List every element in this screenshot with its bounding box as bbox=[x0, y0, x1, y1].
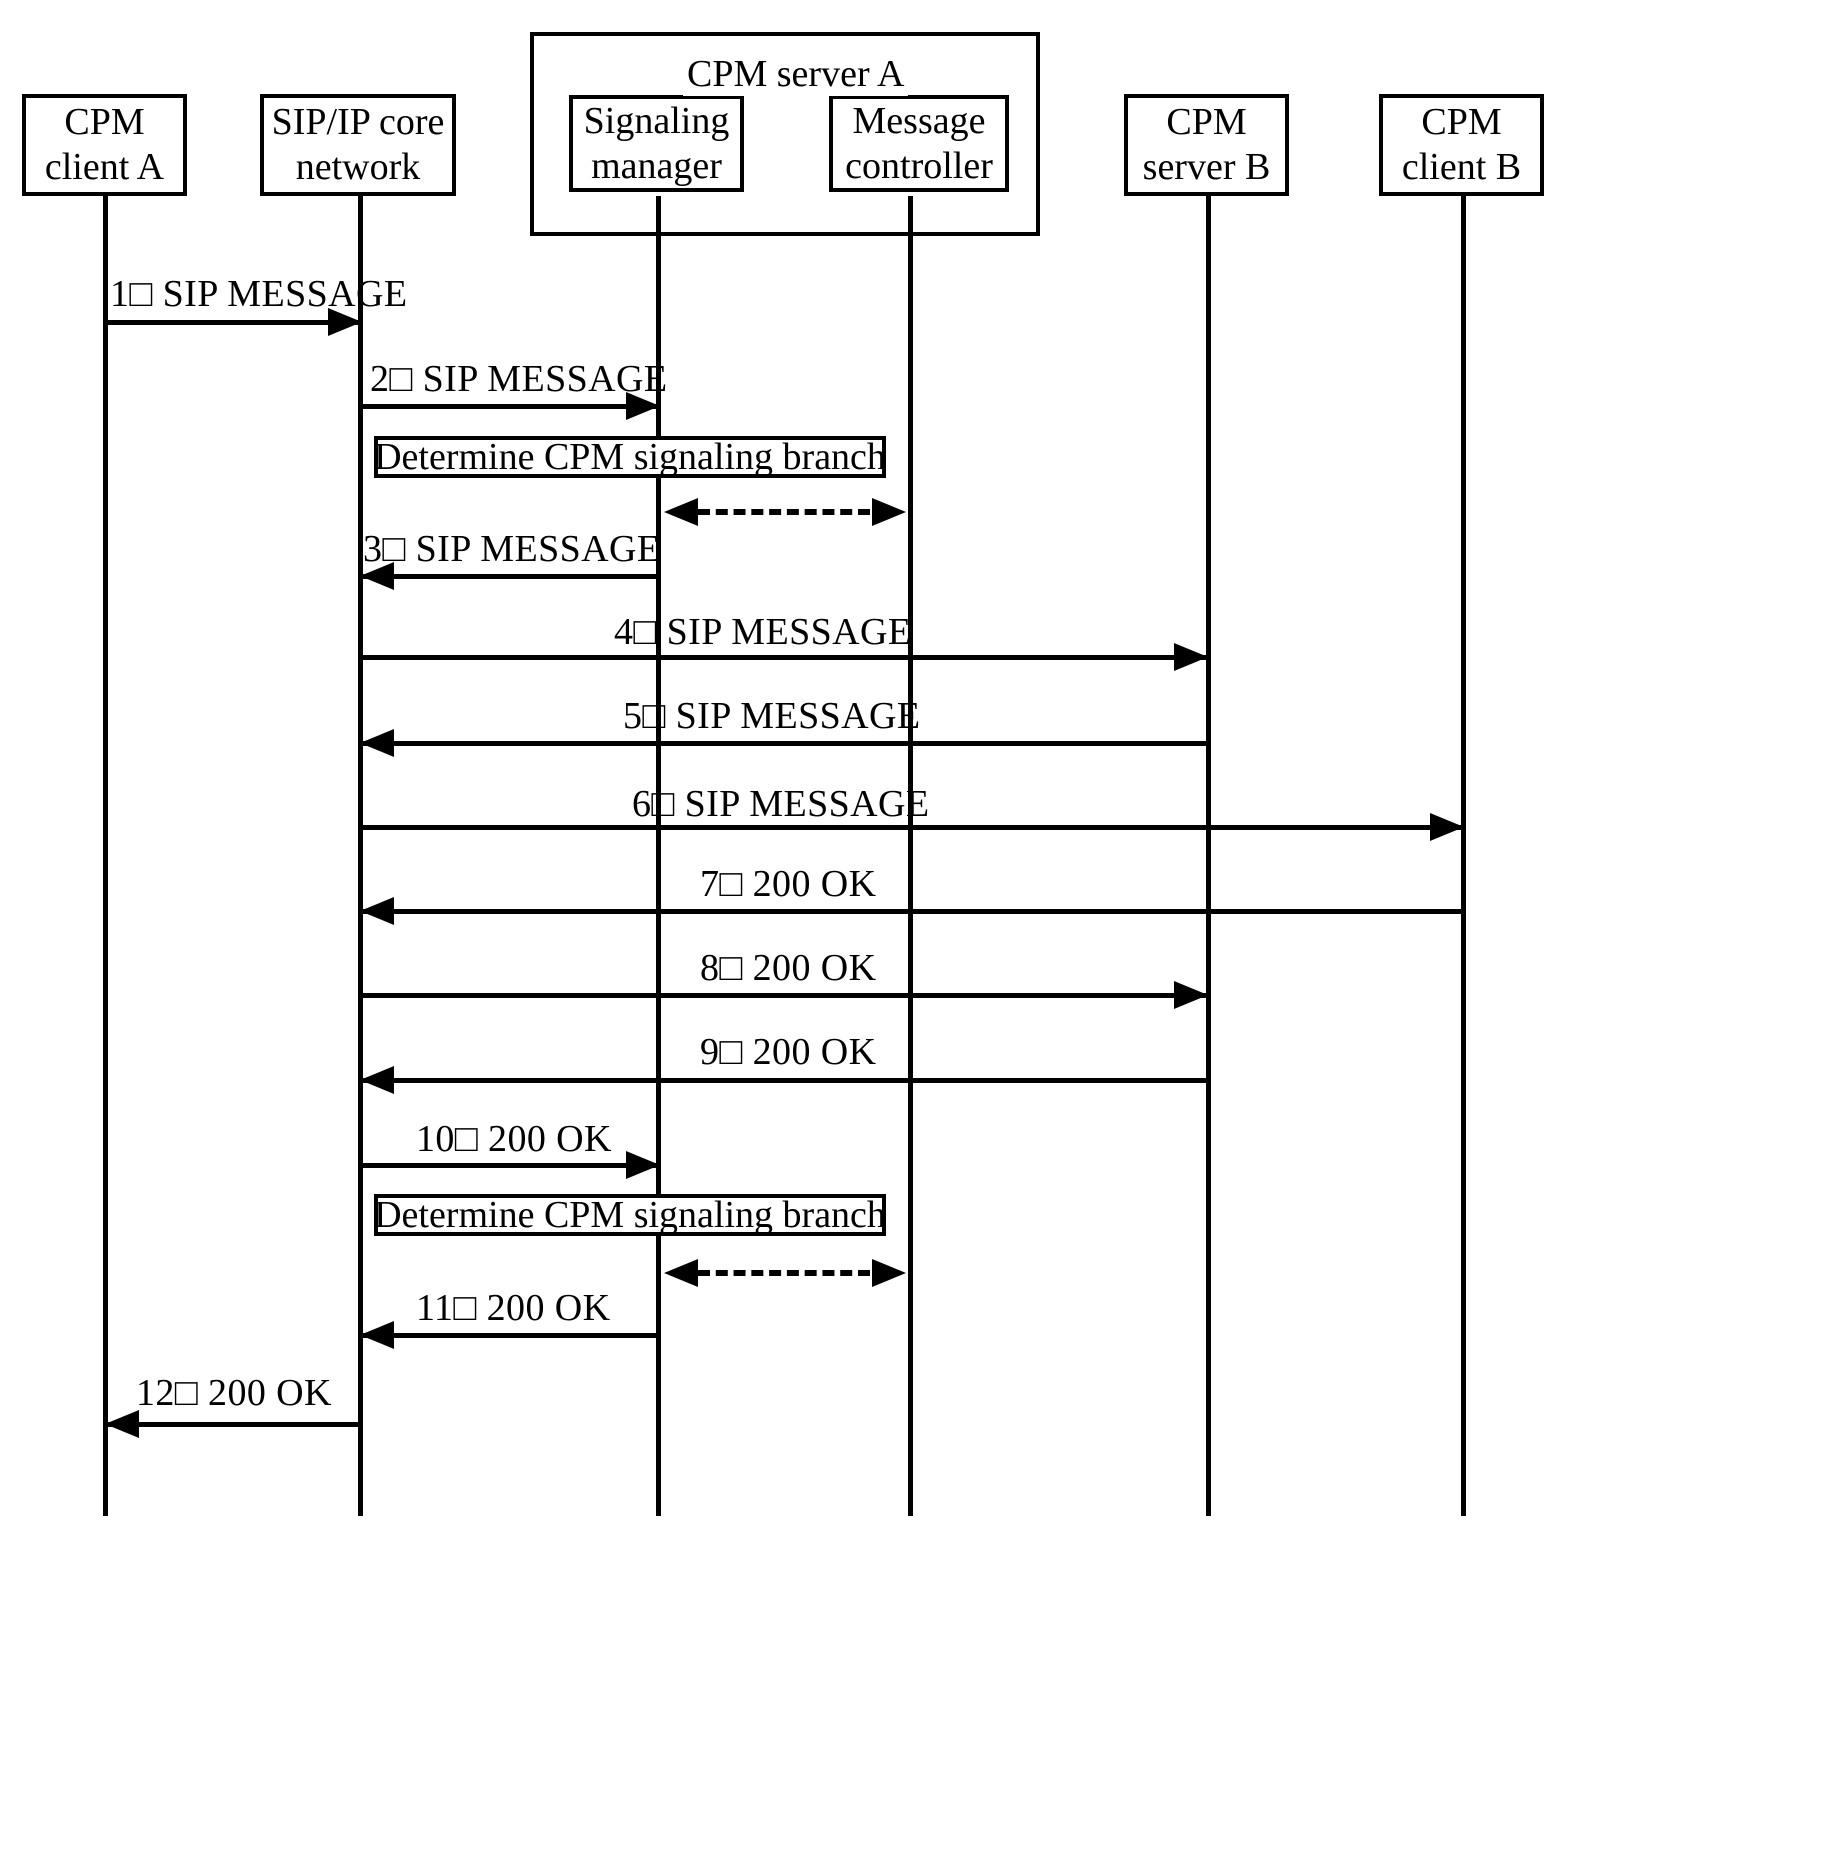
message-11-line bbox=[360, 1333, 660, 1338]
message-1-line bbox=[105, 320, 361, 325]
message-8-arrowhead bbox=[1174, 981, 1208, 1009]
message-2-line bbox=[360, 404, 660, 409]
group-cpm-server-a-title: CPM server A bbox=[683, 52, 909, 96]
participant-cpm-client-a-line2: client A bbox=[44, 146, 165, 188]
note-determine-branch-1: Determine CPM signaling branch bbox=[374, 436, 886, 478]
internal-dashed-1-line bbox=[698, 509, 870, 515]
sequence-diagram-canvas: CPM server A CPM client A SIP/IP core ne… bbox=[0, 0, 1827, 1867]
participant-message-controller-line2: controller bbox=[845, 144, 993, 187]
participant-cpm-client-a[interactable]: CPM client A bbox=[22, 94, 187, 196]
message-7-arrowhead bbox=[360, 897, 394, 925]
participant-cpm-client-b[interactable]: CPM client B bbox=[1379, 94, 1544, 196]
lifeline-cpm-client-a bbox=[103, 196, 108, 1516]
participant-signaling-manager[interactable]: Signaling manager bbox=[569, 95, 744, 192]
message-8-line bbox=[360, 993, 1210, 998]
participant-sip-ip-core-network[interactable]: SIP/IP core network bbox=[260, 94, 456, 196]
lifeline-message-controller bbox=[908, 196, 913, 1516]
message-7-label: 7□ 200 OK bbox=[700, 863, 877, 905]
message-8-label: 8□ 200 OK bbox=[700, 947, 877, 989]
message-6-label: 6□ SIP MESSAGE bbox=[632, 783, 930, 825]
message-12-arrowhead bbox=[105, 1410, 139, 1438]
message-11-label: 11□ 200 OK bbox=[416, 1287, 611, 1329]
lifeline-cpm-client-b bbox=[1461, 196, 1466, 1516]
participant-cpm-server-b-line1: CPM bbox=[1166, 101, 1247, 144]
message-11-arrowhead bbox=[360, 1321, 394, 1349]
message-4-line bbox=[360, 655, 1210, 660]
participant-sip-ip-core-network-line1: SIP/IP core bbox=[271, 101, 445, 144]
participant-signaling-manager-line2: manager bbox=[591, 144, 722, 187]
message-10-line bbox=[360, 1163, 660, 1168]
message-9-arrowhead bbox=[360, 1066, 394, 1094]
message-10-arrowhead bbox=[626, 1151, 660, 1179]
message-4-arrowhead bbox=[1174, 643, 1208, 671]
message-12-line bbox=[105, 1422, 361, 1427]
message-9-line bbox=[360, 1078, 1210, 1083]
message-5-arrowhead bbox=[360, 729, 394, 757]
participant-cpm-client-b-line1: CPM bbox=[1421, 101, 1502, 144]
participant-cpm-server-b-line2: server B bbox=[1142, 146, 1271, 188]
internal-dashed-2-arrowhead-right bbox=[872, 1259, 906, 1287]
message-5-line bbox=[360, 741, 1210, 746]
lifeline-cpm-server-b bbox=[1206, 196, 1211, 1516]
message-5-label: 5□ SIP MESSAGE bbox=[623, 695, 921, 737]
message-9-label: 9□ 200 OK bbox=[700, 1031, 877, 1073]
message-2-label: 2□ SIP MESSAGE bbox=[370, 358, 668, 400]
message-6-arrowhead bbox=[1430, 813, 1464, 841]
message-3-label: 3□ SIP MESSAGE bbox=[363, 528, 661, 570]
note-determine-branch-2: Determine CPM signaling branch bbox=[374, 1194, 886, 1236]
participant-sip-ip-core-network-line2: network bbox=[295, 146, 421, 188]
participant-cpm-client-b-line2: client B bbox=[1401, 146, 1522, 188]
participant-message-controller-line1: Message bbox=[852, 99, 986, 142]
message-4-label: 4□ SIP MESSAGE bbox=[614, 611, 912, 653]
participant-message-controller[interactable]: Message controller bbox=[829, 95, 1009, 192]
participant-cpm-client-a-line1: CPM bbox=[64, 101, 145, 144]
message-3-line bbox=[360, 574, 660, 579]
participant-cpm-server-b[interactable]: CPM server B bbox=[1124, 94, 1289, 196]
lifeline-sip-ip-core-network bbox=[358, 196, 363, 1516]
message-12-label: 12□ 200 OK bbox=[136, 1372, 332, 1414]
message-10-label: 10□ 200 OK bbox=[416, 1118, 612, 1160]
internal-dashed-2-arrowhead-left bbox=[664, 1259, 698, 1287]
internal-dashed-1-arrowhead-right bbox=[872, 498, 906, 526]
message-7-line bbox=[360, 909, 1466, 914]
internal-dashed-2-line bbox=[698, 1270, 870, 1276]
participant-signaling-manager-line1: Signaling bbox=[583, 99, 730, 142]
internal-dashed-1-arrowhead-left bbox=[664, 498, 698, 526]
message-1-label: 1□ SIP MESSAGE bbox=[110, 273, 408, 315]
